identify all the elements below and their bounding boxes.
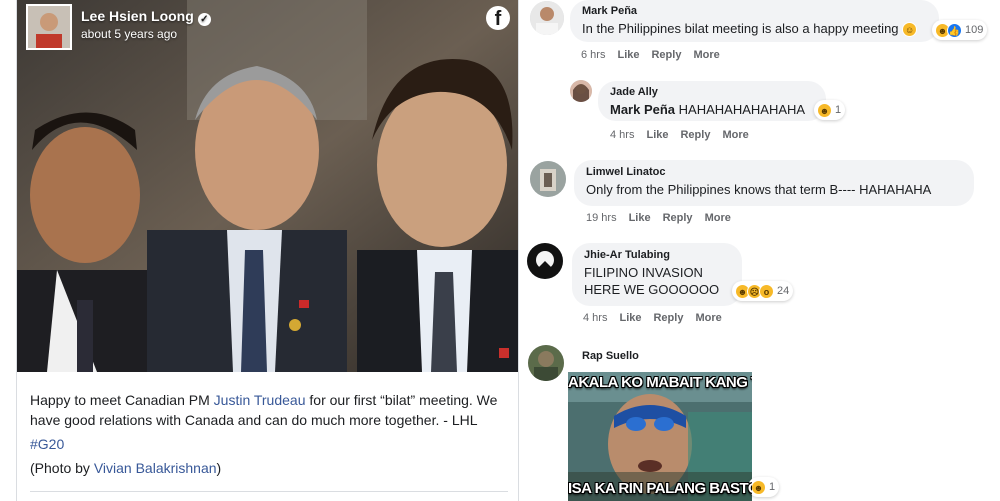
post-timestamp[interactable]: about 5 years ago bbox=[81, 27, 177, 41]
commenter-name[interactable]: Mark Peña bbox=[582, 5, 927, 17]
comment-time[interactable]: 4 hrs bbox=[583, 312, 607, 324]
commenter-name[interactable]: Rap Suello bbox=[582, 350, 639, 362]
avatar[interactable] bbox=[530, 161, 566, 197]
avatar[interactable] bbox=[530, 1, 564, 35]
comment-bubble: Mark Peña In the Philippines bilat meeti… bbox=[570, 0, 939, 42]
comment-item: Mark Peña In the Philippines bilat meeti… bbox=[520, 0, 1000, 66]
comment-item: Limwel Linatoc Only from the Philippines… bbox=[520, 160, 1000, 230]
like-reaction-icon: 👍 bbox=[947, 22, 962, 38]
comment-text: FILIPINO INVASION HERE WE GOOOOOO bbox=[584, 264, 730, 298]
comment-text-line-1: FILIPINO INVASION bbox=[584, 265, 703, 280]
comment-text-body: In the Philippines bilat meeting is also… bbox=[582, 21, 899, 36]
reaction-count: 24 bbox=[777, 285, 790, 297]
comment-bubble: Limwel Linatoc Only from the Philippines… bbox=[574, 160, 974, 206]
comment-bubble: Jade Ally Mark Peña HAHAHAHAHAHAHA bbox=[598, 81, 826, 121]
like-button[interactable]: Like bbox=[629, 212, 651, 224]
like-button[interactable]: Like bbox=[617, 49, 639, 61]
credit-prefix: (Photo by bbox=[30, 460, 94, 476]
reaction-count: 1 bbox=[769, 481, 776, 493]
haha-reaction-icon: ☻ bbox=[751, 479, 766, 495]
reply-button[interactable]: Reply bbox=[680, 129, 710, 141]
facebook-logo-icon: f bbox=[486, 6, 510, 30]
comment-text: Mark Peña HAHAHAHAHAHAHA bbox=[610, 101, 814, 118]
haha-reaction-icon: ☻ bbox=[817, 102, 832, 118]
more-button[interactable]: More bbox=[722, 129, 748, 141]
credit-link[interactable]: Vivian Balakrishnan bbox=[94, 460, 217, 476]
comment-time[interactable]: 6 hrs bbox=[581, 49, 605, 61]
reaction-count: 109 bbox=[965, 24, 984, 36]
author-avatar[interactable] bbox=[26, 4, 72, 50]
more-button[interactable]: More bbox=[695, 312, 721, 324]
comment-text-body: HAHAHAHAHAHAHA bbox=[675, 102, 806, 117]
comment-reply-item: Jade Ally Mark Peña HAHAHAHAHAHAHA ☻ 1 4 … bbox=[520, 78, 1000, 148]
author-name-text[interactable]: Lee Hsien Loong bbox=[81, 8, 194, 24]
comments-section: Mark Peña In the Philippines bilat meeti… bbox=[520, 0, 1000, 501]
more-button[interactable]: More bbox=[693, 49, 719, 61]
comment-text: Only from the Philippines knows that ter… bbox=[586, 182, 932, 197]
smile-emoji-icon: ☺ bbox=[902, 22, 918, 37]
meme-bottom-text: ISA KA RIN PALANG BASTOS bbox=[568, 480, 752, 497]
credit-suffix: ) bbox=[216, 460, 222, 476]
comment-actions: 19 hrs Like Reply More bbox=[586, 212, 743, 224]
comment-actions: 4 hrs Like Reply More bbox=[610, 129, 761, 141]
avatar[interactable] bbox=[527, 243, 563, 279]
comment-time[interactable]: 4 hrs bbox=[610, 129, 634, 141]
meme-image[interactable]: AKALA KO MABAIT KANG TAO ISA KA RIN PALA… bbox=[568, 372, 752, 501]
commenter-name[interactable]: Limwel Linatoc bbox=[586, 166, 962, 178]
comment-text-line-2: HERE WE GOOOOOO bbox=[584, 282, 720, 297]
comment-actions: 4 hrs Like Reply More bbox=[583, 312, 734, 324]
commenter-name[interactable]: Jhie-Ar Tulabing bbox=[584, 249, 730, 261]
verified-icon: ✓ bbox=[197, 13, 211, 26]
like-button[interactable]: Like bbox=[619, 312, 641, 324]
reaction-summary[interactable]: ☻ 👍 109 bbox=[932, 20, 988, 40]
post-header: Lee Hsien Loong ✓ about 5 years ago f bbox=[17, 0, 518, 56]
reply-button[interactable]: Reply bbox=[651, 49, 681, 61]
comment-text: In the Philippines bilat meeting is also… bbox=[582, 20, 927, 37]
reaction-summary[interactable]: ☻ ☹ o 24 bbox=[732, 281, 794, 301]
reaction-summary[interactable]: ☻ 1 bbox=[748, 477, 780, 497]
reaction-summary[interactable]: ☻ 1 bbox=[814, 100, 846, 120]
like-button[interactable]: Like bbox=[646, 129, 668, 141]
comment-bubble: Jhie-Ar Tulabing FILIPINO INVASION HERE W… bbox=[572, 243, 742, 306]
comment-time[interactable]: 19 hrs bbox=[586, 212, 617, 224]
caption-text: Happy to meet Canadian PM bbox=[30, 392, 214, 408]
hashtag-link[interactable]: #G20 bbox=[30, 436, 64, 452]
comment-item: Jhie-Ar Tulabing FILIPINO INVASION HERE W… bbox=[520, 243, 1000, 333]
reaction-count: 1 bbox=[835, 104, 842, 116]
meme-top-text: AKALA KO MABAIT KANG TAO bbox=[568, 374, 752, 391]
divider bbox=[30, 491, 508, 492]
comment-actions: 6 hrs Like Reply More bbox=[581, 49, 732, 61]
post-card: Lee Hsien Loong ✓ about 5 years ago f Hap… bbox=[16, 0, 519, 501]
avatar[interactable] bbox=[528, 345, 564, 381]
mention-link[interactable]: Justin Trudeau bbox=[214, 392, 306, 408]
reply-button[interactable]: Reply bbox=[653, 312, 683, 324]
reply-button[interactable]: Reply bbox=[663, 212, 693, 224]
photo-credit: (Photo by Vivian Balakrishnan) bbox=[30, 460, 221, 476]
more-button[interactable]: More bbox=[705, 212, 731, 224]
avatar[interactable] bbox=[570, 80, 592, 102]
post-caption: Happy to meet Canadian PM Justin Trudeau… bbox=[30, 390, 510, 430]
commenter-name[interactable]: Jade Ally bbox=[610, 86, 814, 98]
author-name[interactable]: Lee Hsien Loong ✓ bbox=[81, 8, 211, 26]
mention-link[interactable]: Mark Peña bbox=[610, 102, 675, 117]
wow-reaction-icon: o bbox=[759, 283, 774, 299]
